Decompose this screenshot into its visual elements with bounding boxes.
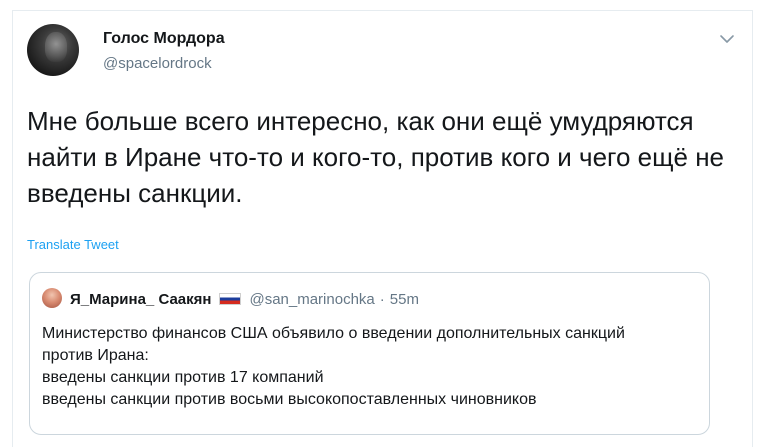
chevron-down-icon[interactable] <box>719 33 735 45</box>
author-handle[interactable]: @spacelordrock <box>103 55 212 72</box>
translate-tweet-link[interactable]: Translate Tweet <box>27 237 119 252</box>
quoted-author-handle: @san_marinochka <box>249 290 375 308</box>
tweet-card: Голос Мордора @spacelordrock Мне больше … <box>12 10 753 447</box>
quoted-text-line: против Ирана: <box>42 347 149 364</box>
quoted-author-avatar <box>42 288 62 308</box>
quoted-tweet-text: Министерство финансов США объявило о вве… <box>42 323 702 411</box>
quoted-text-line: Министерство финансов США объявило о вве… <box>42 325 625 342</box>
author-display-name[interactable]: Голос Мордора <box>103 30 225 48</box>
quoted-tweet-header: Я_Марина_ Саакян @san_marinochka · 55m <box>70 288 419 310</box>
author-avatar[interactable] <box>27 24 79 76</box>
quoted-separator: · <box>379 290 385 308</box>
quoted-author-display-name: Я_Марина_ Саакян <box>70 290 212 308</box>
quoted-text-line: введены санкции против 17 компаний <box>42 369 324 386</box>
quoted-text-line: введены санкции против восьми высокопост… <box>42 391 537 408</box>
russia-flag-icon <box>219 293 242 305</box>
quoted-timestamp: 55m <box>389 290 419 308</box>
quoted-tweet[interactable]: Я_Марина_ Саакян @san_marinochka · 55m М… <box>29 272 710 435</box>
tweet-text: Мне больше всего интересно, как они ещё … <box>27 106 732 208</box>
